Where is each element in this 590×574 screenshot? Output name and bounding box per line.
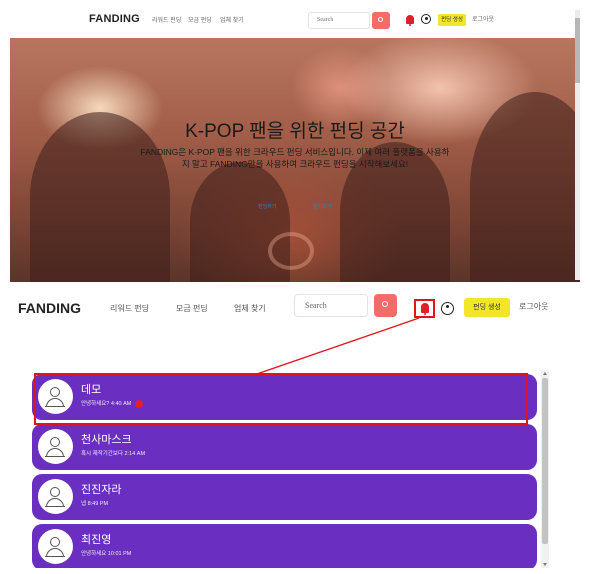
notification-item[interactable]: 진진자라 넵 8:49 PM [32, 474, 537, 520]
hero-description: FANDING은 K-POP 팬을 위한 크라우드 펀딩 서비스입니다. 이제 … [140, 147, 450, 169]
nav-reward-funding[interactable]: 리워드 펀딩 [152, 15, 181, 24]
logo[interactable]: FANDING [89, 13, 140, 25]
nav-donation-funding[interactable]: 모금 펀딩 [176, 303, 208, 314]
logout-link[interactable]: 로그아웃 [472, 14, 494, 23]
hero-browse-button[interactable]: 둘러보기 [313, 203, 331, 210]
search-button[interactable] [374, 294, 397, 317]
bell-highlight[interactable] [414, 299, 435, 318]
search-input[interactable]: Search [308, 12, 370, 29]
hero-banner: K-POP 팬을 위한 펀딩 공간 FANDING은 K-POP 팬을 위한 크… [10, 38, 580, 282]
user-icon[interactable] [441, 302, 454, 315]
avatar [38, 479, 73, 514]
search-icon [382, 301, 388, 307]
nav-find-company[interactable]: 업체 찾기 [220, 15, 244, 24]
logo[interactable]: FANDING [18, 300, 81, 316]
sender-name: 진진자라 [81, 484, 122, 496]
scrollbar-thumb[interactable] [575, 18, 580, 83]
hero-title: K-POP 팬을 위한 펀딩 공간 [185, 121, 405, 142]
sender-name: 최진영 [81, 534, 112, 546]
logout-link[interactable]: 로그아웃 [519, 301, 548, 312]
scroll-up-icon[interactable] [543, 372, 547, 375]
create-funding-button[interactable]: 펀딩 생성 [438, 14, 466, 26]
create-funding-button[interactable]: 펀딩 생성 [464, 298, 510, 317]
search-button[interactable] [372, 12, 390, 29]
list-scrollbar[interactable] [541, 370, 549, 568]
page-scrollbar[interactable] [575, 10, 580, 280]
nav-find-company[interactable]: 업체 찾기 [234, 303, 266, 314]
landing-screenshot: FANDING 리워드 펀딩 모금 펀딩 업체 찾기 Search 펀딩 생성 … [10, 0, 582, 282]
nav-donation-funding[interactable]: 모금 펀딩 [188, 15, 212, 24]
scrollbar-thumb[interactable] [542, 378, 548, 544]
avatar [38, 529, 73, 564]
notification-item[interactable]: 천사마스크 혹시 제작기간보다 2:14 AM [32, 424, 537, 470]
bell-icon[interactable] [421, 303, 429, 315]
user-icon[interactable] [421, 14, 431, 24]
bell-icon[interactable] [406, 15, 414, 26]
avatar [38, 429, 73, 464]
sender-name: 천사마스크 [81, 434, 132, 446]
selected-notification-highlight [34, 373, 528, 425]
notification-item[interactable]: 최진영 안녕하세요 10:01 PM [32, 524, 537, 568]
top-navbar: FANDING 리워드 펀딩 모금 펀딩 업체 찾기 Search 펀딩 생성 … [10, 0, 570, 38]
hero-fund-button[interactable]: 펀딩하기 [258, 203, 276, 210]
message-preview: 혹시 제작기간보다 2:14 AM [81, 451, 146, 457]
message-preview: 안녕하세요 10:01 PM [81, 551, 132, 557]
notification-screenshot: FANDING 리워드 펀딩 모금 펀딩 업체 찾기 Search 펀딩 생성 … [0, 284, 590, 574]
message-preview: 넵 8:49 PM [81, 501, 109, 507]
nav-reward-funding[interactable]: 리워드 펀딩 [110, 303, 149, 314]
heart-hands-image [268, 232, 314, 270]
search-icon [378, 17, 383, 22]
scroll-down-icon[interactable] [543, 563, 547, 566]
search-input[interactable]: Search [294, 294, 368, 317]
